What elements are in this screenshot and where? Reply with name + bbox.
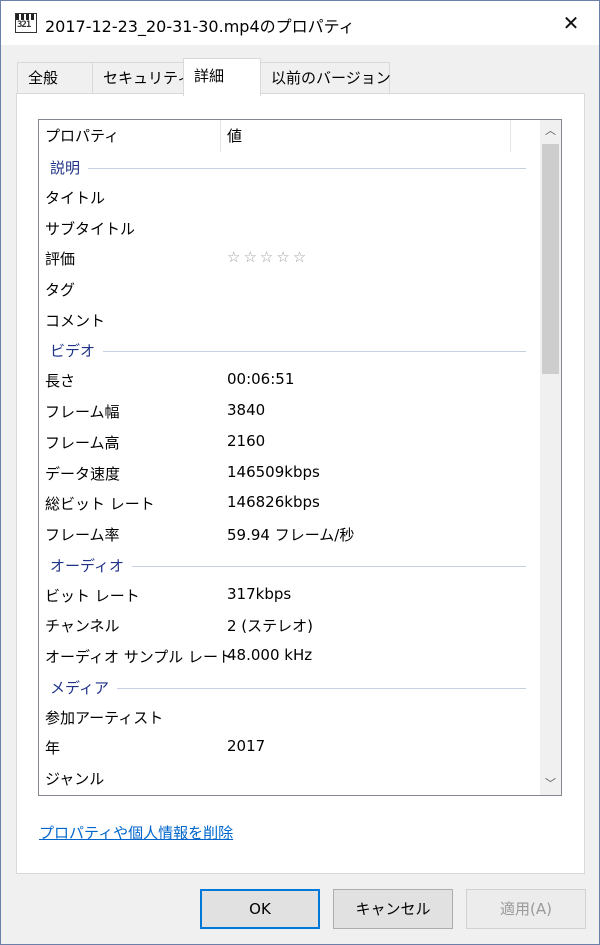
chevron-down-icon: ﹀ [545,777,556,790]
details-panel: プロパティ 値 説明タイトルサブタイトル 評価 ☆☆☆☆☆ タグコメントビデオ長さ 00… [16,93,585,874]
property-row[interactable]: 総ビット レート 146826kbps [39,488,533,519]
property-row[interactable]: 評価 ☆☆☆☆☆ [39,243,533,274]
video-file-icon-text: 321 [17,20,31,30]
list-rows: 説明タイトルサブタイトル 評価 ☆☆☆☆☆ タグコメントビデオ長さ 00:06:51 フレ… [39,152,533,794]
close-icon: ✕ [562,11,580,35]
property-name: ジャンル [45,770,105,788]
property-name: タグ [45,281,76,300]
group-divider [50,351,526,353]
property-row[interactable]: データ速度 146509kbps [39,458,533,489]
window-title: 2017-12-23_20-31-30.mp4のプロパティ [45,17,355,36]
property-name: 参加アーティスト [45,708,164,727]
scroll-down-button[interactable]: ﹀ [540,773,561,795]
property-row[interactable]: フレーム幅 3840 [39,396,533,427]
group-header[interactable]: 説明 [39,152,533,182]
video-file-icon: 321 [15,13,37,33]
properties-dialog: 321 2017-12-23_20-31-30.mp4のプロパティ ✕ 全般 セ… [0,0,600,945]
property-value: 2 (ステレオ) [227,617,314,636]
group-divider [50,687,526,689]
property-name: チャンネル [45,617,120,636]
scrollbar-thumb[interactable] [542,144,559,374]
property-name: フレーム幅 [45,403,120,422]
property-row[interactable]: オーディオ サンプル レート 48.000 kHz [39,641,533,672]
property-name: フレーム率 [45,525,120,544]
property-list[interactable]: プロパティ 値 説明タイトルサブタイトル 評価 ☆☆☆☆☆ タグコメントビデオ長さ 00… [38,119,562,796]
property-row[interactable]: コメント [39,305,533,336]
property-row[interactable]: 参加アーティスト [39,702,533,733]
property-value: 59.94 フレーム/秒 [227,525,355,544]
ok-button[interactable]: OK [200,889,320,929]
property-name: ビット レート [45,586,140,605]
chevron-up-icon: ︿ [545,124,556,137]
vertical-scrollbar[interactable]: ︿ ﹀ [540,120,561,795]
property-name: データ速度 [45,464,121,483]
property-value: 146826kbps [227,493,320,512]
group-label: ビデオ [50,340,104,362]
group-header[interactable]: メディア [39,672,533,702]
tab-previous-versions[interactable]: 以前のバージョン [260,62,391,94]
property-name: 評価 [45,250,76,269]
property-name: 年 [45,739,61,758]
property-name: フレーム高 [45,433,120,452]
apply-button[interactable]: 適用(A) [466,889,586,929]
group-label: メディア [50,676,117,698]
property-row[interactable]: 長さ 00:06:51 [39,365,533,396]
property-value: 3840 [227,401,266,420]
title-bar: 321 2017-12-23_20-31-30.mp4のプロパティ ✕ [1,1,599,45]
property-row[interactable]: フレーム高 2160 [39,427,533,458]
rating-stars[interactable]: ☆☆☆☆☆ [227,248,309,266]
tab-general[interactable]: 全般 [17,62,93,94]
property-name: オーディオ サンプル レート [45,647,234,666]
group-label: オーディオ [50,554,132,576]
property-row[interactable]: ジャンル [39,763,533,794]
property-name: 総ビット レート [45,495,155,514]
property-row[interactable]: ビット レート 317kbps [39,580,533,611]
property-row[interactable]: タイトル [39,182,533,213]
property-value: 317kbps [227,584,292,603]
scroll-up-button[interactable]: ︿ [540,120,561,142]
property-value: 146509kbps [227,462,320,481]
property-value: 2160 [227,431,266,450]
tab-details[interactable]: 詳細 [183,58,261,96]
remove-properties-link[interactable]: プロパティや個人情報を削除 [39,822,233,843]
property-row[interactable]: 年 2017 [39,732,533,763]
property-name: 長さ [45,372,76,391]
column-header-property[interactable]: プロパティ [39,120,221,152]
group-header[interactable]: ビデオ [39,335,533,365]
property-row[interactable]: フレーム率 59.94 フレーム/秒 [39,519,533,550]
property-name: コメント [45,311,106,330]
group-label: 説明 [50,157,89,178]
property-value: 00:06:51 [227,370,295,389]
property-row[interactable]: チャンネル 2 (ステレオ) [39,610,533,641]
property-name: タイトル [45,189,106,207]
property-value: 48.000 kHz [227,645,313,664]
close-button[interactable]: ✕ [549,5,593,41]
column-header-value[interactable]: 値 [221,120,511,152]
group-header[interactable]: オーディオ [39,550,533,580]
property-row[interactable]: サブタイトル [39,213,533,244]
list-header: プロパティ 値 [39,120,533,152]
group-divider [50,168,526,169]
tab-security[interactable]: セキュリティ [92,62,192,94]
property-row[interactable]: タグ [39,274,533,305]
cancel-button[interactable]: キャンセル [333,889,453,929]
property-value: 2017 [227,737,266,756]
property-name: サブタイトル [45,219,136,238]
